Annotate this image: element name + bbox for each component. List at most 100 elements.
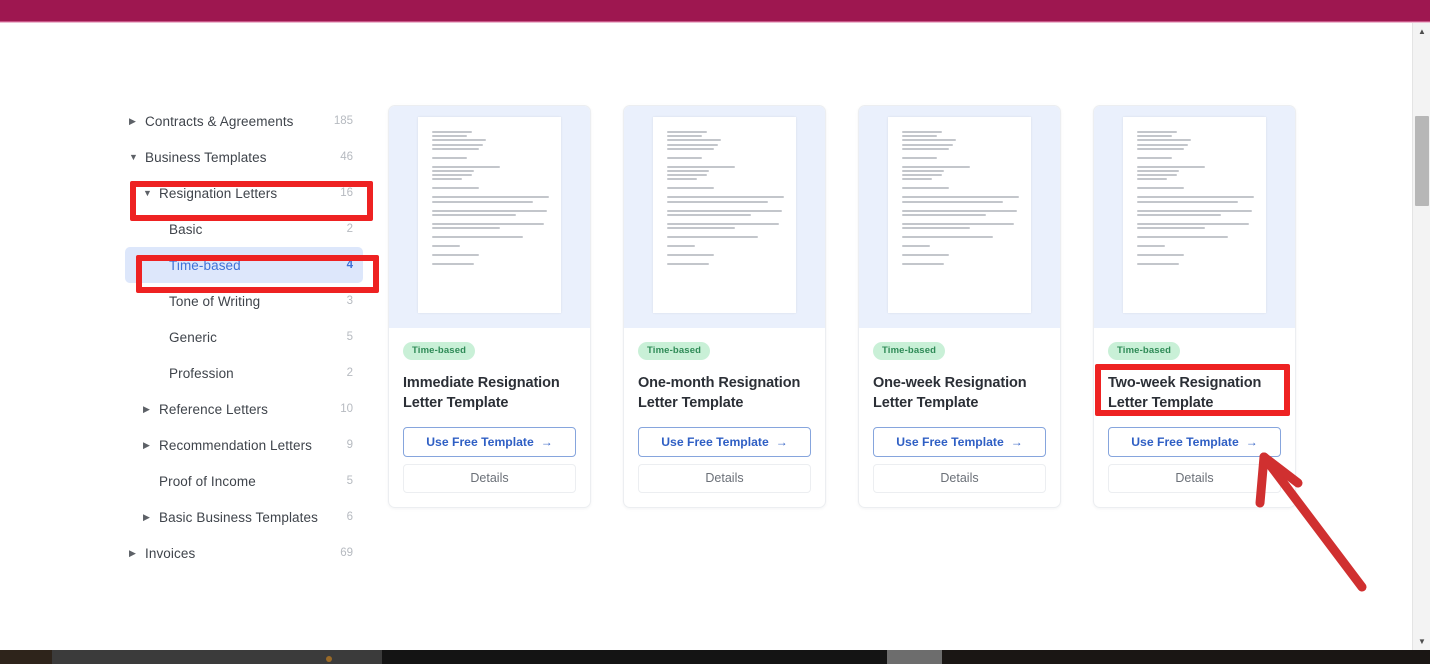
document-text-line [667, 213, 752, 216]
taskbar-indicator-dot [326, 656, 332, 662]
taskbar-segment [887, 650, 942, 664]
sidebar-item-basic[interactable]: Basic 2 [125, 211, 363, 247]
scroll-up-icon[interactable]: ▲ [1413, 23, 1430, 40]
document-text-block [902, 244, 1019, 247]
document-text-line [432, 222, 545, 225]
use-free-template-button[interactable]: Use Free Template → [873, 426, 1046, 457]
template-preview-thumbnail[interactable] [1094, 106, 1295, 328]
template-card[interactable]: Time-based Immediate Resignation Letter T… [388, 105, 591, 508]
sidebar-item-contracts-agreements[interactable]: ▶ Contracts & Agreements 185 [125, 103, 363, 139]
sidebar-item-proof-of-income[interactable]: Proof of Income 5 [125, 463, 363, 499]
chevron-right-icon[interactable]: ▶ [143, 512, 157, 522]
category-sidebar: ▶ Contracts & Agreements 185 ▼ Business Temp… [125, 103, 363, 571]
category-tag-badge: Time-based [638, 341, 711, 360]
sidebar-item-business-templates[interactable]: ▼ Business Templates 46 [125, 139, 363, 175]
chevron-down-icon[interactable]: ▼ [143, 188, 157, 198]
template-card[interactable]: Time-based Two-week Resignation Letter Te… [1093, 105, 1296, 508]
document-text-line [667, 169, 710, 172]
page-content: ▶ Contracts & Agreements 185 ▼ Business Temp… [0, 23, 1412, 650]
sidebar-item-invoices[interactable]: ▶ Invoices 69 [125, 535, 363, 571]
template-preview-thumbnail[interactable] [624, 106, 825, 328]
chevron-right-icon[interactable]: ▶ [143, 440, 157, 450]
details-button[interactable]: Details [638, 463, 811, 493]
sidebar-item-time-based[interactable]: Time-based 4 [125, 247, 363, 283]
use-free-template-label: Use Free Template [661, 434, 769, 449]
chevron-right-icon[interactable]: ▶ [129, 116, 143, 126]
document-text-block [1137, 209, 1254, 216]
document-text-line [902, 235, 994, 238]
chevron-right-icon[interactable]: ▶ [143, 404, 157, 414]
document-text-line [432, 187, 479, 190]
document-text-line [902, 196, 1019, 199]
document-text-line [1137, 262, 1180, 265]
document-text-line [432, 135, 468, 138]
document-text-line [902, 156, 938, 159]
document-text-block [1137, 222, 1254, 229]
sidebar-item-reference-letters[interactable]: ▶ Reference Letters 10 [125, 391, 363, 427]
details-button[interactable]: Details [873, 463, 1046, 493]
document-text-line [902, 143, 954, 146]
document-text-line [902, 209, 1017, 212]
sidebar-item-basic-business-templates[interactable]: ▶ Basic Business Templates 6 [125, 499, 363, 535]
document-text-line [1137, 253, 1184, 256]
use-free-template-label: Use Free Template [1131, 434, 1239, 449]
document-text-line [432, 174, 472, 177]
document-text-line [667, 135, 703, 138]
template-title: Two-week Resignation Letter Template [1108, 374, 1262, 411]
document-text-block [432, 165, 549, 181]
sidebar-item-label: Basic [169, 221, 203, 237]
vertical-scrollbar[interactable]: ▲ ▼ [1412, 23, 1430, 650]
document-preview-image [888, 117, 1031, 313]
document-text-line [667, 235, 759, 238]
use-free-template-button[interactable]: Use Free Template → [1108, 426, 1281, 457]
sidebar-item-generic[interactable]: Generic 5 [125, 319, 363, 355]
template-card[interactable]: Time-based One-week Resignation Letter Te… [858, 105, 1061, 508]
sidebar-item-count: 5 [346, 475, 353, 487]
document-text-block [1137, 235, 1254, 238]
document-text-block [667, 156, 784, 159]
document-preview-image [418, 117, 561, 313]
document-text-line [667, 226, 735, 229]
document-text-block [667, 209, 784, 216]
sidebar-item-count: 5 [346, 331, 353, 343]
sidebar-item-count: 69 [340, 547, 353, 559]
details-button[interactable]: Details [403, 463, 576, 493]
sidebar-item-profession[interactable]: Profession 2 [125, 355, 363, 391]
document-text-line [1137, 135, 1173, 138]
document-text-line [1137, 226, 1205, 229]
document-text-line [432, 196, 549, 199]
sidebar-item-tone-of-writing[interactable]: Tone of Writing 3 [125, 283, 363, 319]
sidebar-item-resignation-letters[interactable]: ▼ Resignation Letters 16 [125, 175, 363, 211]
document-text-line [1137, 169, 1180, 172]
taskbar-segment [0, 650, 52, 664]
sidebar-item-count: 6 [346, 511, 353, 523]
scrollbar-thumb[interactable] [1415, 116, 1429, 206]
document-text-line [432, 165, 500, 168]
document-text-block [667, 253, 784, 256]
sidebar-item-label: Reference Letters [159, 401, 269, 417]
document-text-line [667, 222, 780, 225]
template-preview-thumbnail[interactable] [859, 106, 1060, 328]
document-text-line [432, 178, 463, 181]
arrow-right-icon: → [775, 434, 788, 449]
document-text-line [432, 147, 479, 150]
template-card[interactable]: Time-based One-month Resignation Letter T… [623, 105, 826, 508]
sidebar-item-recommendation-letters[interactable]: ▶ Recommendation Letters 9 [125, 427, 363, 463]
scroll-down-icon[interactable]: ▼ [1413, 633, 1430, 650]
sidebar-item-label: Tone of Writing [169, 293, 261, 309]
document-text-line [1137, 143, 1189, 146]
template-preview-thumbnail[interactable] [389, 106, 590, 328]
document-text-block [667, 196, 784, 203]
document-text-block [1137, 165, 1254, 181]
details-button[interactable]: Details [1108, 463, 1281, 493]
use-free-template-button[interactable]: Use Free Template → [403, 426, 576, 457]
document-text-block [1137, 156, 1254, 159]
chevron-right-icon[interactable]: ▶ [129, 548, 143, 558]
document-text-line [902, 135, 938, 138]
chevron-down-icon[interactable]: ▼ [129, 152, 143, 162]
document-text-block [432, 235, 549, 238]
document-text-block [902, 196, 1019, 203]
document-text-line [1137, 244, 1166, 247]
use-free-template-button[interactable]: Use Free Template → [638, 426, 811, 457]
document-text-line [667, 165, 735, 168]
